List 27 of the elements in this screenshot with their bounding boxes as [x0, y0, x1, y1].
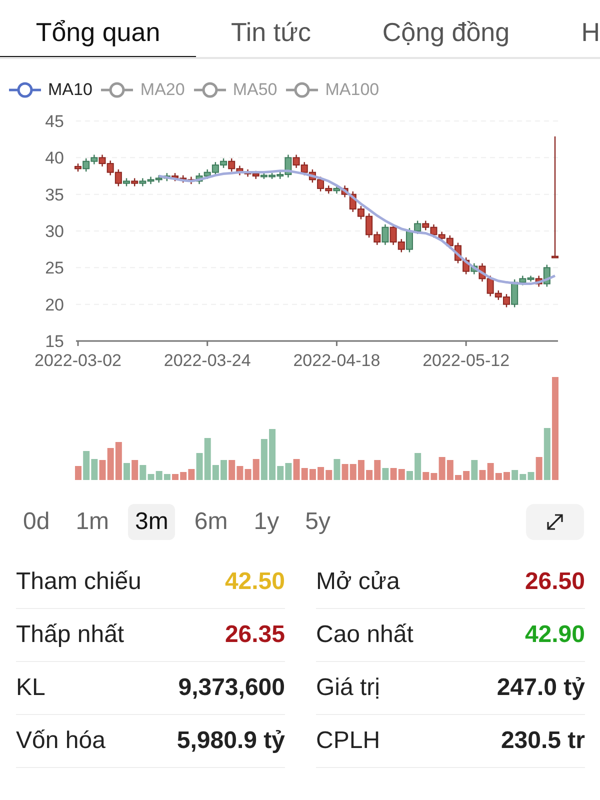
- axis-label: 45: [45, 112, 64, 131]
- axis-label: 15: [45, 332, 64, 351]
- stat-value: 26.35: [224, 621, 285, 649]
- axis-label: 25: [45, 258, 64, 278]
- stat-value: 247.0 tỷ: [496, 674, 585, 702]
- stat-value: 26.50: [524, 568, 585, 596]
- axis-label: 30: [45, 222, 64, 241]
- stat-value: 5,980.9 tỷ: [176, 727, 285, 755]
- axis-label: 35: [45, 185, 64, 204]
- stat-label: Tham chiếu: [16, 568, 142, 596]
- stat-value: 230.5 tr: [500, 727, 585, 755]
- stat-label: Thấp nhất: [16, 621, 124, 649]
- axis-label: 40: [45, 148, 64, 168]
- axis-label: 2022-04-18: [293, 351, 380, 370]
- stat-value: 42.90: [524, 621, 585, 649]
- stat-label: Vốn hóa: [16, 727, 106, 755]
- stat-value: 42.50: [224, 568, 285, 596]
- axis-label: 2022-05-12: [422, 351, 510, 370]
- stat-label: CPLH: [316, 727, 380, 755]
- axis-label: 20: [45, 295, 64, 314]
- stat-label: Cao nhất: [316, 621, 414, 649]
- stat-value: 9,373,600: [178, 674, 285, 702]
- axis-label: 2022-03-02: [34, 351, 122, 370]
- stat-label: KL: [16, 674, 46, 702]
- axis-label: 2022-03-24: [164, 351, 251, 370]
- stat-label: Giá trị: [316, 674, 380, 702]
- stat-label: Mở cửa: [316, 568, 400, 596]
